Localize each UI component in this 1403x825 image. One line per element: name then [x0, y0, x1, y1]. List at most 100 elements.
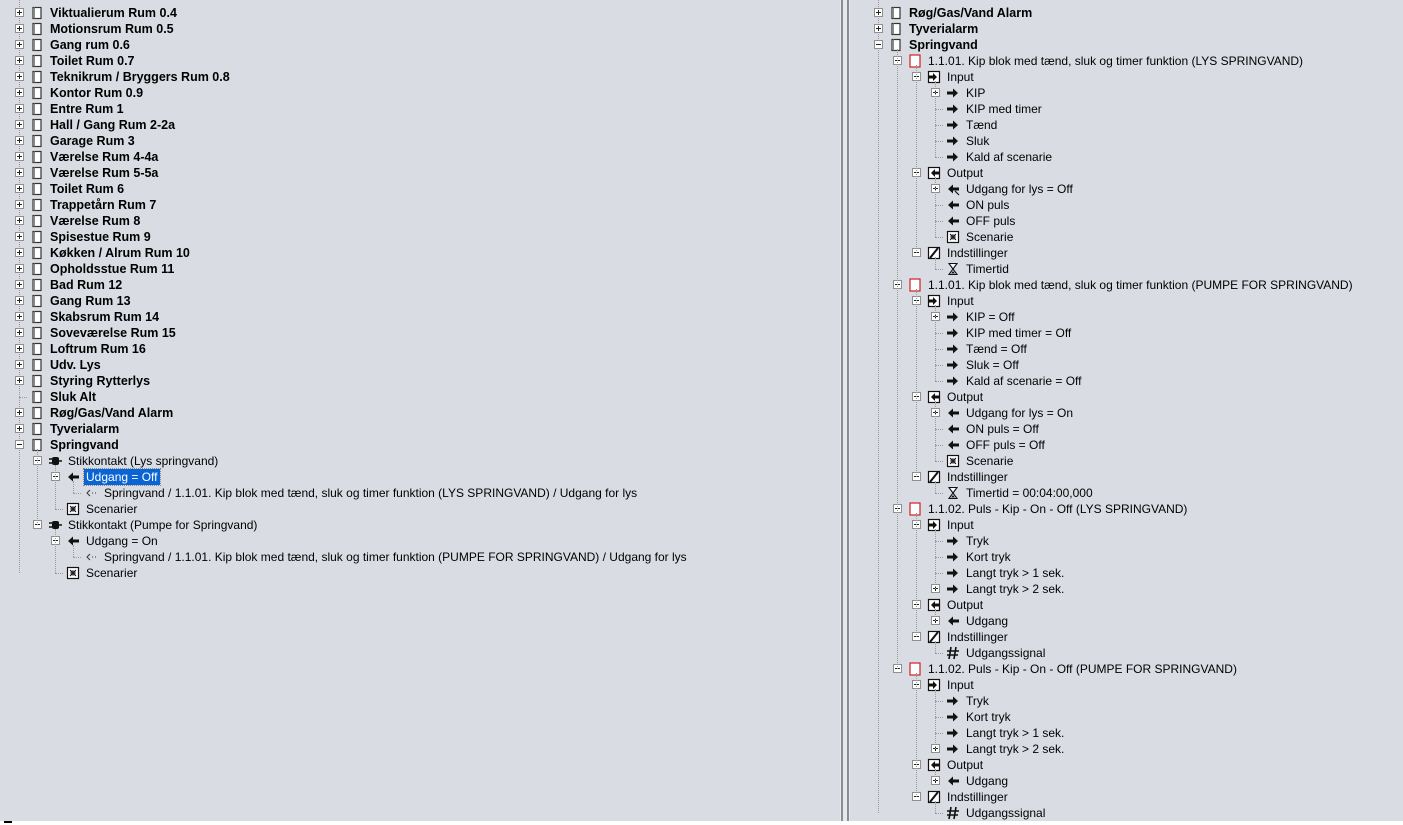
- tree-node[interactable]: Gang Rum 13: [0, 293, 840, 309]
- tree-node[interactable]: OFF puls = Off: [850, 437, 1403, 453]
- expand-icon[interactable]: [15, 136, 24, 145]
- tree-node[interactable]: Teknikrum / Bryggers Rum 0.8: [0, 69, 840, 85]
- tree-node[interactable]: Indstillinger: [850, 629, 1403, 645]
- tree-node[interactable]: Kort tryk: [850, 549, 1403, 565]
- tree-node[interactable]: Garage Rum 3: [0, 133, 840, 149]
- expand-icon[interactable]: [15, 296, 24, 305]
- expand-icon[interactable]: [15, 152, 24, 161]
- tree-node[interactable]: Langt tryk > 2 sek.: [850, 581, 1403, 597]
- tree-node[interactable]: Tryk: [850, 693, 1403, 709]
- tree-node[interactable]: Soveværelse Rum 15: [0, 325, 840, 341]
- tree-node[interactable]: Output: [850, 757, 1403, 773]
- tree-node[interactable]: Tyverialarm: [0, 421, 840, 437]
- tree-node[interactable]: Input: [850, 517, 1403, 533]
- tree-node[interactable]: 1.1.01. Kip blok med tænd, sluk og timer…: [850, 53, 1403, 69]
- tree-node[interactable]: Stikkontakt (Pumpe for Springvand): [0, 517, 840, 533]
- expand-icon[interactable]: [15, 104, 24, 113]
- tree-node[interactable]: Udgang = On: [0, 533, 840, 549]
- expand-icon[interactable]: [15, 264, 24, 273]
- tree-node[interactable]: Bad Rum 12: [0, 277, 840, 293]
- tree-node[interactable]: Langt tryk > 1 sek.: [850, 725, 1403, 741]
- tree-node[interactable]: Udgang: [850, 773, 1403, 789]
- tree-node[interactable]: Scenarie: [850, 229, 1403, 245]
- tree-node[interactable]: KIP med timer = Off: [850, 325, 1403, 341]
- tree-node[interactable]: Input: [850, 69, 1403, 85]
- tree-node[interactable]: Springvand: [0, 437, 840, 453]
- tree-node[interactable]: Tryk: [850, 533, 1403, 549]
- tree-node[interactable]: Motionsrum Rum 0.5: [0, 21, 840, 37]
- expand-icon[interactable]: [15, 408, 24, 417]
- tree-node[interactable]: Langt tryk > 1 sek.: [850, 565, 1403, 581]
- expand-icon[interactable]: [15, 72, 24, 81]
- tree-node[interactable]: Værelse Rum 5-5a: [0, 165, 840, 181]
- tree-node[interactable]: Tyverialarm: [850, 21, 1403, 37]
- collapse-icon[interactable]: [874, 40, 883, 49]
- tree-node[interactable]: Sluk = Off: [850, 357, 1403, 373]
- tree-node[interactable]: Tænd: [850, 117, 1403, 133]
- tree-node[interactable]: Scenarier: [0, 501, 840, 517]
- expand-icon[interactable]: [15, 360, 24, 369]
- tree-node[interactable]: Kald af scenarie: [850, 149, 1403, 165]
- expand-icon[interactable]: [15, 120, 24, 129]
- tree-node[interactable]: Køkken / Alrum Rum 10: [0, 245, 840, 261]
- tree-node[interactable]: Indstillinger: [850, 469, 1403, 485]
- expand-icon[interactable]: [15, 40, 24, 49]
- collapse-icon[interactable]: [15, 440, 24, 449]
- tree-node[interactable]: Kontor Rum 0.9: [0, 85, 840, 101]
- left-tree-pane[interactable]: Viktualierum Rum 0.4 Motionsrum Rum 0.5 Ga…: [0, 0, 840, 821]
- expand-icon[interactable]: [15, 328, 24, 337]
- tree-node[interactable]: Toilet Rum 0.7: [0, 53, 840, 69]
- tree-node[interactable]: 1.1.01. Kip blok med tænd, sluk og timer…: [850, 277, 1403, 293]
- tree-node[interactable]: Scenarie: [850, 453, 1403, 469]
- tree-node[interactable]: Gang rum 0.6: [0, 37, 840, 53]
- tree-node[interactable]: Kort tryk: [850, 709, 1403, 725]
- tree-node[interactable]: Springvand: [850, 37, 1403, 53]
- expand-icon[interactable]: [15, 56, 24, 65]
- tree-node[interactable]: Viktualierum Rum 0.4: [0, 5, 840, 21]
- tree-node[interactable]: Udgangssignal: [850, 805, 1403, 821]
- tree-node[interactable]: Udgang for lys = On: [850, 405, 1403, 421]
- tree-node[interactable]: Timertid = 00:04:00,000: [850, 485, 1403, 501]
- expand-icon[interactable]: [15, 184, 24, 193]
- tree-node[interactable]: Styring Rytterlys: [0, 373, 840, 389]
- selected-tree-node[interactable]: Udgang = Off: [0, 468, 840, 486]
- tree-node[interactable]: Opholdsstue Rum 11: [0, 261, 840, 277]
- tree-node[interactable]: Røg/Gas/Vand Alarm: [0, 405, 840, 421]
- expand-icon[interactable]: [15, 168, 24, 177]
- tree-node[interactable]: Trappetårn Rum 7: [0, 197, 840, 213]
- tree-node[interactable]: Kald af scenarie = Off: [850, 373, 1403, 389]
- tree-node[interactable]: Timertid: [850, 261, 1403, 277]
- tree-node[interactable]: Udgang for lys = Off: [850, 181, 1403, 197]
- tree-node[interactable]: Værelse Rum 8: [0, 213, 840, 229]
- tree-node[interactable]: Røg/Gas/Vand Alarm: [850, 5, 1403, 21]
- tree-node[interactable]: Springvand / 1.1.01. Kip blok med tænd, …: [0, 485, 840, 501]
- tree-node[interactable]: Output: [850, 597, 1403, 613]
- expand-icon[interactable]: [15, 24, 24, 33]
- expand-icon[interactable]: [15, 344, 24, 353]
- tree-node[interactable]: OFF puls: [850, 213, 1403, 229]
- expand-icon[interactable]: [15, 376, 24, 385]
- tree-node[interactable]: Spisestue Rum 9: [0, 229, 840, 245]
- tree-node[interactable]: Skabsrum Rum 14: [0, 309, 840, 325]
- tree-node[interactable]: ON puls = Off: [850, 421, 1403, 437]
- expand-icon[interactable]: [15, 216, 24, 225]
- tree-node[interactable]: Indstillinger: [850, 245, 1403, 261]
- tree-node[interactable]: Langt tryk > 2 sek.: [850, 741, 1403, 757]
- tree-node[interactable]: Toilet Rum 6: [0, 181, 840, 197]
- expand-icon[interactable]: [15, 88, 24, 97]
- tree-node[interactable]: KIP med timer: [850, 101, 1403, 117]
- tree-node[interactable]: Udgang: [850, 613, 1403, 629]
- tree-node[interactable]: 1.1.02. Puls - Kip - On - Off (PUMPE FOR…: [850, 661, 1403, 677]
- tree-node[interactable]: Input: [850, 677, 1403, 693]
- tree-node[interactable]: Input: [850, 293, 1403, 309]
- tree-node[interactable]: KIP = Off: [850, 309, 1403, 325]
- tree-node[interactable]: Sluk Alt: [0, 389, 840, 405]
- tree-node[interactable]: Output: [850, 165, 1403, 181]
- tree-node[interactable]: Loftrum Rum 16: [0, 341, 840, 357]
- expand-icon[interactable]: [15, 424, 24, 433]
- expand-icon[interactable]: [15, 232, 24, 241]
- right-tree-pane[interactable]: Røg/Gas/Vand Alarm Tyverialarm Springvand 1…: [850, 0, 1403, 821]
- tree-node[interactable]: Scenarier: [0, 565, 840, 581]
- expand-icon[interactable]: [15, 200, 24, 209]
- tree-node[interactable]: KIP: [850, 85, 1403, 101]
